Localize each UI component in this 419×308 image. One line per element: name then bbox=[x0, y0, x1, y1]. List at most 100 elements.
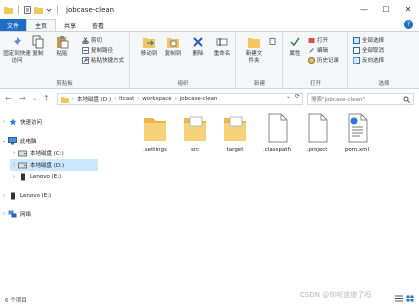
forward-button[interactable]: → bbox=[19, 94, 26, 103]
usb-drive-icon bbox=[18, 173, 27, 181]
chevron-right-icon[interactable]: › bbox=[10, 150, 18, 156]
ribbon: 固定到快速访问 复制 粘贴 剪切 复制路径 粘贴快捷方式 剪贴板 移动到 复制到… bbox=[0, 31, 419, 89]
delete-icon bbox=[191, 35, 205, 49]
nav-label: 本地磁盘 (C:) bbox=[30, 151, 64, 157]
history-label: 历史记录 bbox=[317, 58, 340, 64]
copy-path-button[interactable]: 复制路径 bbox=[82, 46, 113, 54]
copy-to-button[interactable]: 复制到 bbox=[161, 35, 185, 58]
new-item-button[interactable] bbox=[269, 38, 276, 45]
select-none-button[interactable]: 全部取消 bbox=[353, 46, 384, 54]
maximize-button[interactable]: ☐ bbox=[375, 0, 397, 19]
crumb-separator: › bbox=[114, 96, 117, 102]
divider bbox=[18, 5, 19, 14]
breadcrumb-drive[interactable]: 本地磁盘 (D:) bbox=[77, 95, 111, 103]
help-icon[interactable]: ? bbox=[404, 20, 413, 29]
tab-home[interactable]: 主页 bbox=[26, 19, 57, 31]
star-icon bbox=[8, 118, 17, 126]
breadcrumb-jobcase[interactable]: jobcase-clean bbox=[180, 96, 218, 102]
file-name: .settings bbox=[143, 147, 167, 153]
paste-button[interactable]: 粘贴 bbox=[52, 35, 72, 58]
large-icons-view-icon[interactable] bbox=[406, 295, 414, 302]
file-name: src bbox=[190, 147, 200, 153]
organize-group: 移动到 复制到 删除 重命名 组织 bbox=[131, 32, 236, 89]
folder-icon bbox=[184, 116, 206, 141]
tab-file[interactable]: 文件 bbox=[0, 19, 27, 31]
open-button[interactable]: 打开 bbox=[308, 36, 328, 44]
search-input[interactable]: 搜索"jobcase-clean" bbox=[307, 93, 414, 105]
back-button[interactable]: ← bbox=[5, 94, 12, 103]
up-button[interactable]: ↑ bbox=[43, 94, 50, 103]
nav-this-pc[interactable]: ⌄ 此电脑 bbox=[0, 135, 98, 147]
select-group: 全部选择 全部取消 反向选择 选择 bbox=[349, 32, 419, 89]
ribbon-tabs: 文件 主页 共享 查看 ? bbox=[0, 19, 419, 31]
breadcrumb-workspace[interactable]: workspace bbox=[142, 96, 171, 102]
nav-quick-access[interactable]: › 快速访问 bbox=[0, 116, 98, 128]
address-row: ← → ⌄ ↑ › 本地磁盘 (D:) › itcast › workspace… bbox=[0, 90, 419, 108]
file-item-src[interactable]: src bbox=[175, 110, 215, 158]
copy-button[interactable]: 复制 bbox=[30, 35, 46, 58]
move-to-icon bbox=[142, 35, 156, 49]
file-item-project[interactable]: .project bbox=[297, 110, 337, 158]
minimize-button[interactable]: — bbox=[353, 0, 375, 19]
rename-icon bbox=[215, 35, 229, 49]
breadcrumb-itcast[interactable]: itcast bbox=[119, 96, 134, 102]
nav-label: 网络 bbox=[20, 212, 32, 218]
new-folder-button[interactable]: 新建文件夹 bbox=[241, 35, 267, 64]
chevron-right-icon[interactable]: › bbox=[10, 162, 18, 168]
open-group-label: 打开 bbox=[309, 81, 321, 87]
file-item-pom[interactable]: pom.xml bbox=[337, 110, 377, 158]
chevron-down-icon[interactable]: ⌄ bbox=[0, 138, 8, 144]
scissors-icon bbox=[82, 36, 89, 44]
nav-label: 此电脑 bbox=[20, 139, 37, 145]
history-icon bbox=[308, 56, 315, 64]
pin-quick-access-button[interactable]: 固定到快速访问 bbox=[3, 35, 31, 64]
chevron-right-icon[interactable]: › bbox=[0, 211, 8, 217]
nav-network[interactable]: › 网络 bbox=[0, 208, 98, 220]
cut-button[interactable]: 剪切 bbox=[82, 36, 102, 44]
copy-to-icon bbox=[166, 35, 180, 49]
drive-icon bbox=[18, 149, 27, 157]
new-folder-icon[interactable] bbox=[34, 6, 43, 14]
file-item-classpath[interactable]: .classpath bbox=[257, 110, 297, 158]
new-folder-icon bbox=[247, 35, 261, 49]
move-to-button[interactable]: 移动到 bbox=[137, 35, 161, 58]
address-bar[interactable]: › 本地磁盘 (D:) › itcast › workspace › jobca… bbox=[57, 93, 303, 105]
file-name: target bbox=[226, 147, 244, 153]
nav-lenovo-e[interactable]: › Lenovo (E:) bbox=[0, 190, 98, 202]
tab-share[interactable]: 共享 bbox=[56, 19, 84, 31]
invert-selection-icon bbox=[353, 56, 360, 64]
details-view-icon[interactable] bbox=[395, 295, 403, 302]
nav-drive-d[interactable]: › 本地磁盘 (D:) bbox=[10, 159, 98, 171]
select-all-button[interactable]: 全部选择 bbox=[353, 36, 384, 44]
delete-button[interactable]: 删除 bbox=[189, 35, 207, 58]
invert-selection-button[interactable]: 反向选择 bbox=[353, 56, 384, 64]
address-controls[interactable]: ⌄ ⟳ bbox=[286, 93, 300, 100]
rename-button[interactable]: 重命名 bbox=[211, 35, 233, 58]
cut-label: 剪切 bbox=[91, 38, 103, 44]
properties-button[interactable]: 属性 bbox=[287, 35, 303, 58]
file-icon bbox=[308, 113, 328, 143]
copy-to-label: 复制到 bbox=[164, 51, 182, 57]
chevron-down-icon[interactable] bbox=[46, 7, 52, 13]
nav-drive-e[interactable]: › Lenovo (E:) bbox=[10, 171, 98, 183]
recent-locations-button[interactable]: ⌄ bbox=[32, 95, 37, 102]
clipboard-group: 固定到快速访问 复制 粘贴 剪切 复制路径 粘贴快捷方式 剪贴板 bbox=[0, 32, 130, 89]
file-item-target[interactable]: target bbox=[215, 110, 255, 158]
drive-icon bbox=[18, 161, 27, 169]
chevron-right-icon[interactable]: › bbox=[0, 193, 8, 199]
edit-button[interactable]: 编辑 bbox=[308, 46, 328, 54]
navigation-pane: › 快速访问 ⌄ 此电脑 › 本地磁盘 (C:) › 本地磁盘 (D:) › L… bbox=[0, 110, 98, 290]
properties-icon[interactable] bbox=[24, 5, 31, 14]
paste-shortcut-icon bbox=[82, 56, 89, 64]
tab-view[interactable]: 查看 bbox=[84, 19, 112, 31]
chevron-right-icon[interactable]: › bbox=[10, 174, 18, 180]
nav-label: Lenovo (E:) bbox=[20, 193, 52, 199]
history-button[interactable]: 历史记录 bbox=[308, 56, 339, 64]
close-button[interactable]: ✕ bbox=[397, 0, 419, 19]
chevron-right-icon[interactable]: › bbox=[0, 119, 8, 125]
file-item-settings[interactable]: .settings bbox=[135, 110, 175, 158]
nav-drive-c[interactable]: › 本地磁盘 (C:) bbox=[10, 147, 98, 159]
watermark: CSDN @你听道狼了吗 bbox=[300, 291, 372, 299]
rename-label: 重命名 bbox=[213, 51, 231, 57]
paste-shortcut-button[interactable]: 粘贴快捷方式 bbox=[82, 56, 124, 64]
